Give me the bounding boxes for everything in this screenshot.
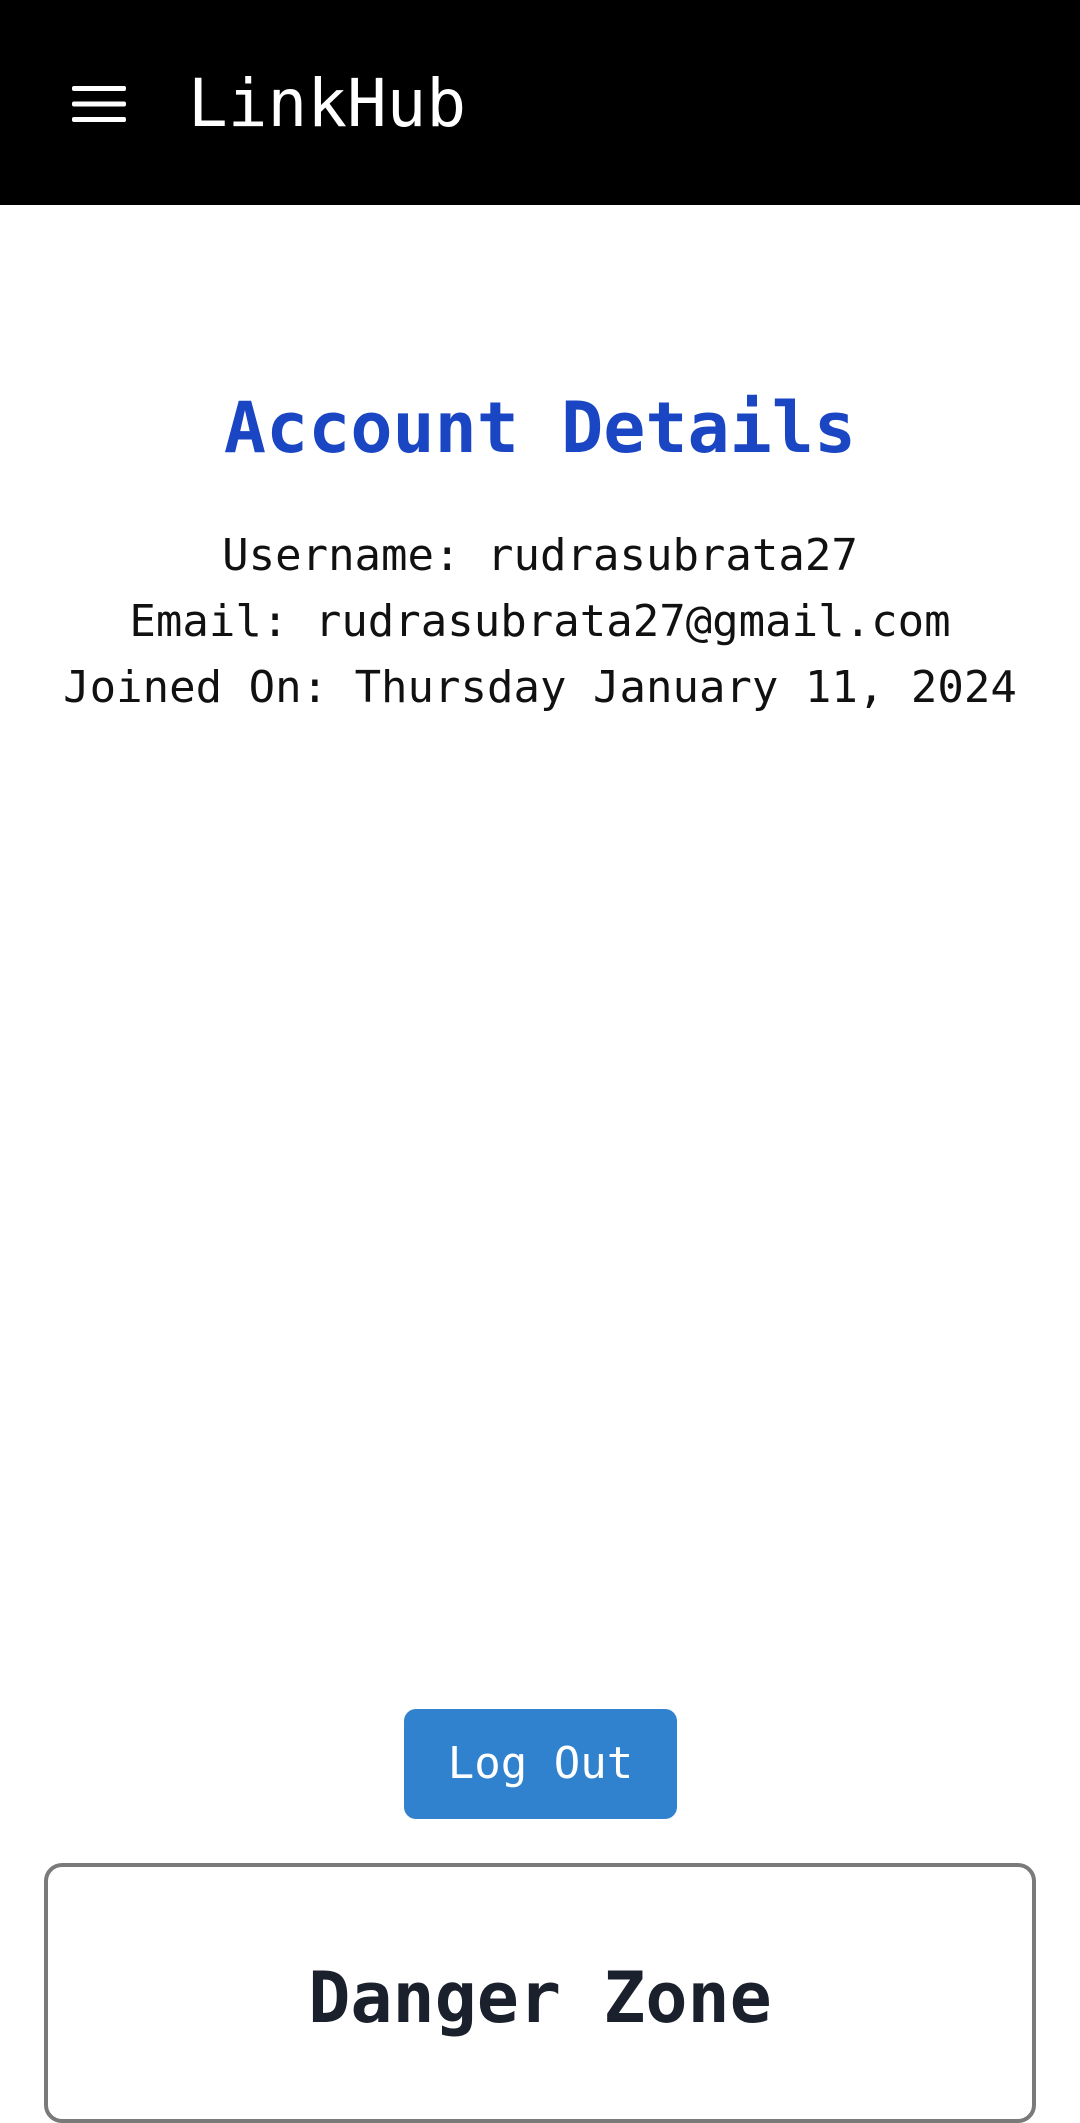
username-text: Username: rudrasubrata27 <box>222 530 858 581</box>
account-details-heading: Account Details <box>223 387 857 469</box>
menu-button[interactable] <box>70 82 128 126</box>
danger-zone-title: Danger Zone <box>308 1957 772 2039</box>
logout-button[interactable]: Log Out <box>404 1709 677 1819</box>
hamburger-menu-icon <box>72 86 126 122</box>
joined-on-text: Joined On: Thursday January 11, 2024 <box>63 662 1017 713</box>
app-bar: LinkHub <box>0 0 1080 205</box>
email-text: Email: rudrasubrata27@gmail.com <box>129 596 951 647</box>
account-details: Username: rudrasubrata27 Email: rudrasub… <box>0 523 1080 721</box>
app-title: LinkHub <box>188 65 467 142</box>
danger-zone-panel: Danger Zone <box>44 1863 1036 2123</box>
